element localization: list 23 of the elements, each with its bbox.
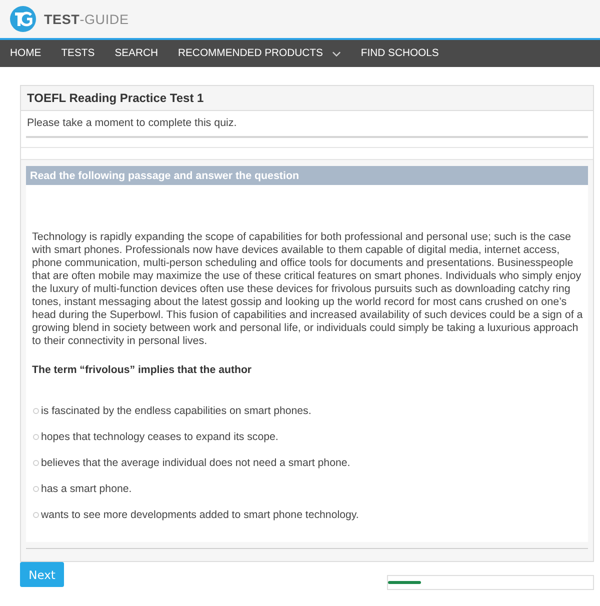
radio-button[interactable] xyxy=(33,460,39,466)
answer-option[interactable]: is fascinated by the endless capabilities on smart phones. xyxy=(41,405,312,417)
chevron-down-icon xyxy=(332,50,341,56)
site-logo-text[interactable]: TEST-GUIDE xyxy=(44,12,129,26)
nav-link[interactable]: SEARCH xyxy=(114,48,158,59)
question-text: The term “frivolous” implies that the author xyxy=(32,364,253,377)
intro-text: Please take a moment to complete this quiz. xyxy=(26,116,238,130)
answer-option[interactable]: believes that the average individual does not need a smart phone. xyxy=(41,457,350,469)
radio-button[interactable] xyxy=(33,486,39,492)
answer-option[interactable]: hopes that technology ceases to expand its scope. xyxy=(41,431,278,443)
nav-link[interactable]: TESTS xyxy=(61,48,95,59)
answer-option[interactable]: wants to see more developments added to smart phone technology. xyxy=(41,509,359,521)
logo-icon xyxy=(10,6,36,32)
radio-button[interactable] xyxy=(33,408,39,414)
nav-dropdown[interactable]: RECOMMENDED PRODUCTS xyxy=(178,48,341,59)
radio-button[interactable] xyxy=(33,512,39,518)
answer-option[interactable]: has a smart phone. xyxy=(41,483,132,495)
nav-link[interactable]: FIND SCHOOLS xyxy=(360,48,439,59)
section-heading: Read the following passage and answer the question xyxy=(30,170,300,182)
passage-text: Technology is rapidly expanding the scope of capabilities for both professional and personal use; such is the case with smart phones. Professionals now have devices available to them capable of digital media, internet access, phone communication, multi-person scheduling and office tools for documents and presentations. Businesspeople that are often mobile may maximize the use of these critical features on smart phones. Individuals who simply enjoy the luxury of multi-function devices often use these devices for frivolous pursuits such as downloading catchy ring tones, instant messaging about the latest gossip and looking up the world record for most cans crushed on one’s head during the Superbowl. This fusion of capabilities and increased availability of such devices could be a sign of a growing blend in society between work and personal life, or individuals could simply be taking a luxurious approach to their connectivity in personal lives. xyxy=(32,231,584,348)
nav-link[interactable]: HOME xyxy=(10,48,42,59)
radio-button[interactable] xyxy=(33,434,39,440)
quiz-title: TOEFL Reading Practice Test 1 xyxy=(27,91,204,105)
